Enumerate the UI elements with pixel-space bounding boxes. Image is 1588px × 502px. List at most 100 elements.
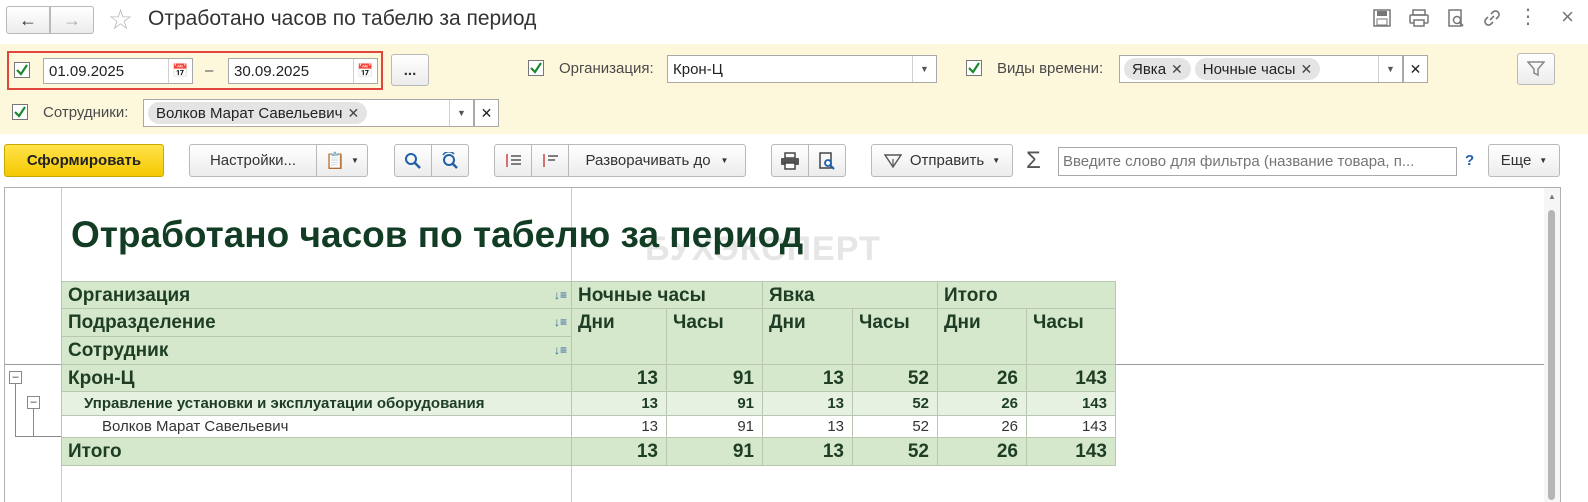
print-button[interactable]	[771, 144, 809, 177]
collapse-organization-icon[interactable]: –	[9, 371, 22, 384]
time-type-tag[interactable]: Явка ✕	[1124, 58, 1191, 80]
cell-value[interactable]: 13	[572, 438, 667, 466]
send-button[interactable]: Отправить ▼	[871, 144, 1013, 177]
row-label[interactable]: Волков Марат Савельевич	[61, 416, 572, 438]
chevron-down-icon: ▼	[1539, 156, 1548, 165]
employee-tag-label: Волков Марат Савельевич	[156, 104, 343, 122]
time-types-field[interactable]: Явка ✕ Ночные часы ✕ ▼	[1119, 55, 1403, 83]
cell-value[interactable]: 26	[938, 365, 1027, 392]
close-window-icon[interactable]: ×	[1561, 4, 1574, 30]
org-checkbox[interactable]	[528, 60, 544, 76]
cell-value[interactable]: 13	[572, 392, 667, 416]
cell-value[interactable]: 52	[853, 392, 938, 416]
org-field[interactable]: Крон-Ц ▼	[667, 55, 937, 83]
cell-value[interactable]: 13	[572, 416, 667, 438]
time-types-label: Виды времени:	[997, 60, 1104, 77]
help-icon[interactable]: ?	[1465, 152, 1474, 169]
cell-value[interactable]: 91	[667, 392, 763, 416]
vertical-scrollbar[interactable]: ▲	[1544, 188, 1560, 502]
time-type-tag[interactable]: Ночные часы ✕	[1194, 58, 1321, 80]
chevron-down-icon[interactable]: ▼	[1378, 56, 1402, 82]
cell-value[interactable]: 26	[938, 416, 1027, 438]
cell-value[interactable]: 13	[763, 392, 853, 416]
expand-groups-button[interactable]	[531, 144, 569, 177]
expand-to-label: Разворачивать до	[585, 152, 711, 169]
star-icon[interactable]: ☆	[108, 3, 133, 36]
remove-tag-icon[interactable]: ✕	[1171, 61, 1183, 78]
back-button[interactable]: ←	[6, 6, 50, 34]
generate-button[interactable]: Сформировать	[4, 144, 164, 177]
row-header-employee[interactable]: Сотрудник ↓≡	[61, 337, 572, 365]
tree-line	[33, 409, 34, 436]
variants-button[interactable]: 📋 ▼	[316, 144, 368, 177]
cell-value[interactable]: 143	[1027, 416, 1116, 438]
clear-employees-button[interactable]: ✕	[474, 99, 499, 127]
cell-value[interactable]: 13	[763, 416, 853, 438]
collapse-groups-button[interactable]	[494, 144, 532, 177]
cell-value[interactable]: 13	[763, 438, 853, 466]
row-header-department[interactable]: Подразделение ↓≡	[61, 309, 572, 337]
search-next-button[interactable]	[431, 144, 469, 177]
sort-icon[interactable]: ↓≡	[554, 309, 567, 336]
cell-value[interactable]: 52	[853, 365, 938, 392]
report-search-input[interactable]	[1058, 147, 1457, 176]
scrollbar-thumb[interactable]	[1548, 210, 1555, 500]
cell-value[interactable]: 26	[938, 392, 1027, 416]
col-group-total: Итого	[938, 281, 1116, 309]
cell-value[interactable]: 143	[1027, 392, 1116, 416]
chevron-down-icon[interactable]: ▼	[449, 100, 473, 126]
clear-time-types-button[interactable]: ✕	[1403, 55, 1428, 83]
link-icon[interactable]	[1482, 8, 1502, 28]
period-checkbox[interactable]	[14, 62, 30, 78]
period-from-field[interactable]: 01.09.2025 📅	[43, 58, 193, 84]
print-icon	[781, 151, 799, 170]
more-vertical-icon[interactable]: ⋮	[1518, 7, 1538, 30]
collapse-department-icon[interactable]: –	[27, 396, 40, 409]
cell-value[interactable]: 91	[667, 438, 763, 466]
col-group-night-hours: Ночные часы	[572, 281, 763, 309]
cell-value[interactable]: 52	[853, 438, 938, 466]
calendar-icon[interactable]: 📅	[168, 59, 192, 83]
row-header-organization[interactable]: Организация ↓≡	[61, 281, 572, 309]
row-label[interactable]: Итого	[61, 438, 572, 466]
cell-value[interactable]: 143	[1027, 365, 1116, 392]
sort-icon[interactable]: ↓≡	[554, 282, 567, 308]
remove-tag-icon[interactable]: ✕	[347, 105, 359, 122]
cell-value[interactable]: 91	[667, 416, 763, 438]
settings-button[interactable]: Настройки...	[189, 144, 317, 177]
arrow-left-icon: ←	[19, 9, 37, 30]
time-types-checkbox[interactable]	[966, 60, 982, 76]
scroll-up-icon[interactable]: ▲	[1548, 192, 1556, 201]
cell-value[interactable]: 26	[938, 438, 1027, 466]
cell-value[interactable]: 91	[667, 365, 763, 392]
expand-to-button[interactable]: Разворачивать до ▼	[568, 144, 746, 177]
employees-checkbox[interactable]	[12, 104, 28, 120]
row-header-label: Подразделение	[68, 312, 216, 333]
print-icon[interactable]	[1408, 8, 1430, 28]
report-frame: БУХЭКСПЕРТ Отработано часов по табелю за…	[4, 187, 1561, 502]
remove-tag-icon[interactable]: ✕	[1300, 61, 1312, 78]
period-select-button[interactable]: ...	[391, 54, 429, 86]
cell-value[interactable]: 13	[763, 365, 853, 392]
preview-icon[interactable]	[1446, 8, 1466, 28]
more-button[interactable]: Еще ▼	[1488, 144, 1560, 177]
forward-button[interactable]: →	[50, 6, 94, 34]
save-icon[interactable]	[1372, 8, 1392, 28]
cell-value[interactable]: 13	[572, 365, 667, 392]
cell-value[interactable]: 143	[1027, 438, 1116, 466]
row-label[interactable]: Крон-Ц	[61, 365, 572, 392]
sum-icon[interactable]: Σ	[1026, 147, 1041, 175]
time-type-tag-label: Ночные часы	[1202, 60, 1296, 78]
filter-settings-button[interactable]	[1517, 53, 1555, 85]
row-label[interactable]: Управление установки и эксплуатации обор…	[61, 392, 572, 416]
sort-icon[interactable]: ↓≡	[554, 337, 567, 364]
period-to-field[interactable]: 30.09.2025 📅	[228, 58, 378, 84]
calendar-icon[interactable]: 📅	[353, 59, 377, 83]
chevron-down-icon[interactable]: ▼	[912, 56, 936, 82]
employees-field[interactable]: Волков Марат Савельевич ✕ ▼	[143, 99, 474, 127]
cell-value[interactable]: 52	[853, 416, 938, 438]
col-header-days: Дни	[938, 309, 1027, 365]
print-preview-button[interactable]	[808, 144, 846, 177]
search-button[interactable]	[394, 144, 432, 177]
employee-tag[interactable]: Волков Марат Савельевич ✕	[148, 102, 368, 124]
